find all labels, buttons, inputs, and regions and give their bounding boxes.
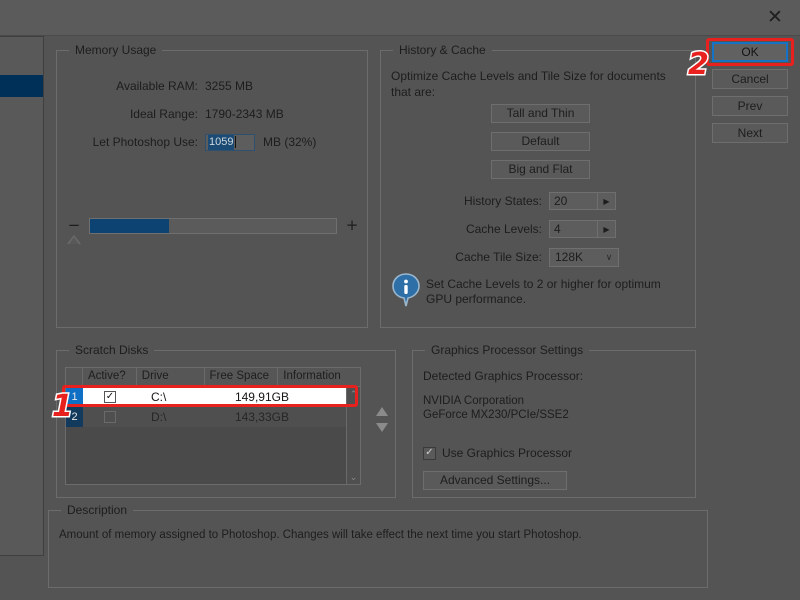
chevron-right-icon[interactable]: ▶ [597, 221, 615, 237]
table-row[interactable]: 2 D:\ 143,33GB [66, 407, 360, 427]
move-up-icon[interactable] [373, 403, 391, 419]
available-ram-row: Available RAM: 3255 MB [57, 77, 367, 95]
row-index: 1 [66, 387, 83, 407]
history-states-field[interactable]: 20 ▶ [549, 192, 616, 210]
scratch-disks-group: Scratch Disks Active? Drive Free Space I… [56, 343, 396, 498]
dialog-actions: OK Cancel Prev Next [712, 42, 788, 150]
text-caret [235, 136, 237, 148]
row-drive: D:\ [151, 410, 167, 424]
memory-slider-thumb[interactable] [67, 235, 81, 244]
column-header-free-space: Free Space [205, 368, 279, 386]
close-icon[interactable]: ✕ [758, 2, 792, 32]
memory-amount-value: 1059 [208, 134, 235, 150]
big-and-flat-button[interactable]: Big and Flat [491, 160, 590, 179]
scratch-disks-table[interactable]: Active? Drive Free Space Information 1 ✓… [65, 367, 361, 485]
ideal-range-label: Ideal Range: [129, 107, 198, 121]
next-button[interactable]: Next [712, 123, 788, 143]
cache-tile-size-label: Cache Tile Size: [455, 250, 542, 264]
scroll-down-icon[interactable]: ⌄ [347, 470, 360, 484]
cancel-button[interactable]: Cancel [712, 69, 788, 89]
cache-tile-size-value: 128K [555, 250, 584, 264]
row-index: 2 [66, 407, 83, 427]
description-text: Amount of memory assigned to Photoshop. … [59, 529, 582, 541]
available-ram-value: 3255 MB [205, 79, 254, 93]
use-graphics-processor-row[interactable]: ✓ Use Graphics Processor [423, 446, 572, 460]
use-graphics-processor-label: Use Graphics Processor [442, 446, 573, 460]
active-checkbox[interactable] [104, 411, 116, 423]
row-active-cell[interactable] [83, 411, 137, 423]
column-header-index [66, 368, 83, 386]
memory-slider[interactable]: − + [67, 214, 359, 254]
history-states-row: History States: 20 ▶ [381, 191, 695, 211]
sidebar-item-2[interactable] [0, 97, 43, 119]
ideal-range-value: 1790-2343 MB [205, 107, 284, 121]
cache-hint-text: Set Cache Levels to 2 or higher for opti… [426, 277, 661, 306]
cache-levels-field[interactable]: 4 ▶ [549, 220, 616, 238]
row-free-space: 143,33GB [234, 410, 289, 424]
sidebar-item-devices[interactable]: ices [0, 141, 43, 163]
sidebar-item-performance[interactable] [0, 75, 43, 97]
scroll-up-icon[interactable]: ⌃ [347, 387, 360, 401]
dialog-titlebar: ✕ [0, 0, 800, 36]
sidebar: Gamut ices [0, 36, 44, 556]
ideal-range-row: Ideal Range: 1790-2343 MB [57, 105, 367, 123]
move-down-icon[interactable] [373, 419, 391, 435]
sidebar-item-0[interactable] [0, 53, 43, 75]
history-states-label: History States: [463, 194, 542, 208]
detected-gpu-label: Detected Graphics Processor: [423, 369, 584, 383]
minus-icon[interactable]: − [67, 218, 81, 234]
row-active-cell[interactable]: ✓ [83, 391, 137, 403]
memory-percent-label: MB (32%) [263, 135, 317, 149]
table-header-row: Active? Drive Free Space Information [66, 368, 360, 387]
tall-and-thin-button[interactable]: Tall and Thin [491, 104, 590, 123]
cache-hint: Set Cache Levels to 2 or higher for opti… [391, 273, 683, 307]
cache-tile-size-row: Cache Tile Size: 128K ∨ [381, 247, 695, 267]
column-header-information: Information [283, 370, 341, 382]
cache-tile-size-select[interactable]: 128K ∨ [549, 247, 619, 267]
cache-levels-label: Cache Levels: [465, 222, 542, 236]
history-states-value[interactable]: 20 [550, 193, 597, 209]
let-photoshop-use-row: Let Photoshop Use: 1059 MB (32%) [57, 133, 367, 151]
sidebar-item-gamut[interactable]: Gamut [0, 119, 43, 141]
column-header-active: Active? [83, 368, 137, 386]
gpu-vendor: NVIDIA Corporation [423, 395, 524, 407]
cache-levels-row: Cache Levels: 4 ▶ [381, 219, 695, 239]
memory-slider-track[interactable] [89, 218, 337, 234]
cache-levels-value[interactable]: 4 [550, 221, 597, 237]
scratch-scrollbar[interactable]: ⌃ ⌄ [346, 387, 360, 484]
row-drive: C:\ [151, 390, 167, 404]
memory-amount-input[interactable]: 1059 [205, 133, 255, 151]
description-group: Description Amount of memory assigned to… [48, 503, 708, 588]
graphics-processor-legend: Graphics Processor Settings [425, 343, 590, 357]
column-header-drive: Drive [137, 368, 205, 386]
memory-usage-legend: Memory Usage [69, 43, 163, 57]
prev-button[interactable]: Prev [712, 96, 788, 116]
history-cache-legend: History & Cache [393, 43, 492, 57]
active-checkbox[interactable]: ✓ [104, 391, 116, 403]
history-cache-group: History & Cache Optimize Cache Levels an… [380, 43, 696, 328]
available-ram-label: Available RAM: [116, 79, 198, 93]
memory-usage-group: Memory Usage Available RAM: 3255 MB Idea… [56, 43, 368, 328]
info-icon [392, 273, 420, 307]
table-row[interactable]: 1 ✓ C:\ 149,91GB [66, 387, 360, 407]
chevron-down-icon[interactable]: ∨ [600, 252, 618, 263]
scratch-disks-legend: Scratch Disks [69, 343, 155, 357]
chevron-right-icon[interactable]: ▶ [597, 193, 615, 209]
ok-button[interactable]: OK [712, 42, 788, 62]
description-legend: Description [61, 503, 134, 517]
gpu-model: GeForce MX230/PCIe/SSE2 [423, 409, 569, 421]
memory-slider-fill [90, 219, 169, 233]
plus-icon[interactable]: + [345, 218, 359, 234]
use-graphics-processor-checkbox[interactable]: ✓ [423, 446, 436, 460]
advanced-settings-button[interactable]: Advanced Settings... [423, 471, 567, 490]
let-photoshop-use-label: Let Photoshop Use: [92, 135, 198, 149]
scratch-reorder-buttons [373, 403, 391, 435]
default-button[interactable]: Default [491, 132, 590, 151]
row-free-space: 149,91GB [234, 390, 289, 404]
graphics-processor-group: Graphics Processor Settings Detected Gra… [412, 343, 696, 498]
preferences-dialog: ✕ Gamut ices Memory Usage Available RAM:… [0, 0, 800, 600]
optimize-cache-text: Optimize Cache Levels and Tile Size for … [391, 69, 666, 99]
